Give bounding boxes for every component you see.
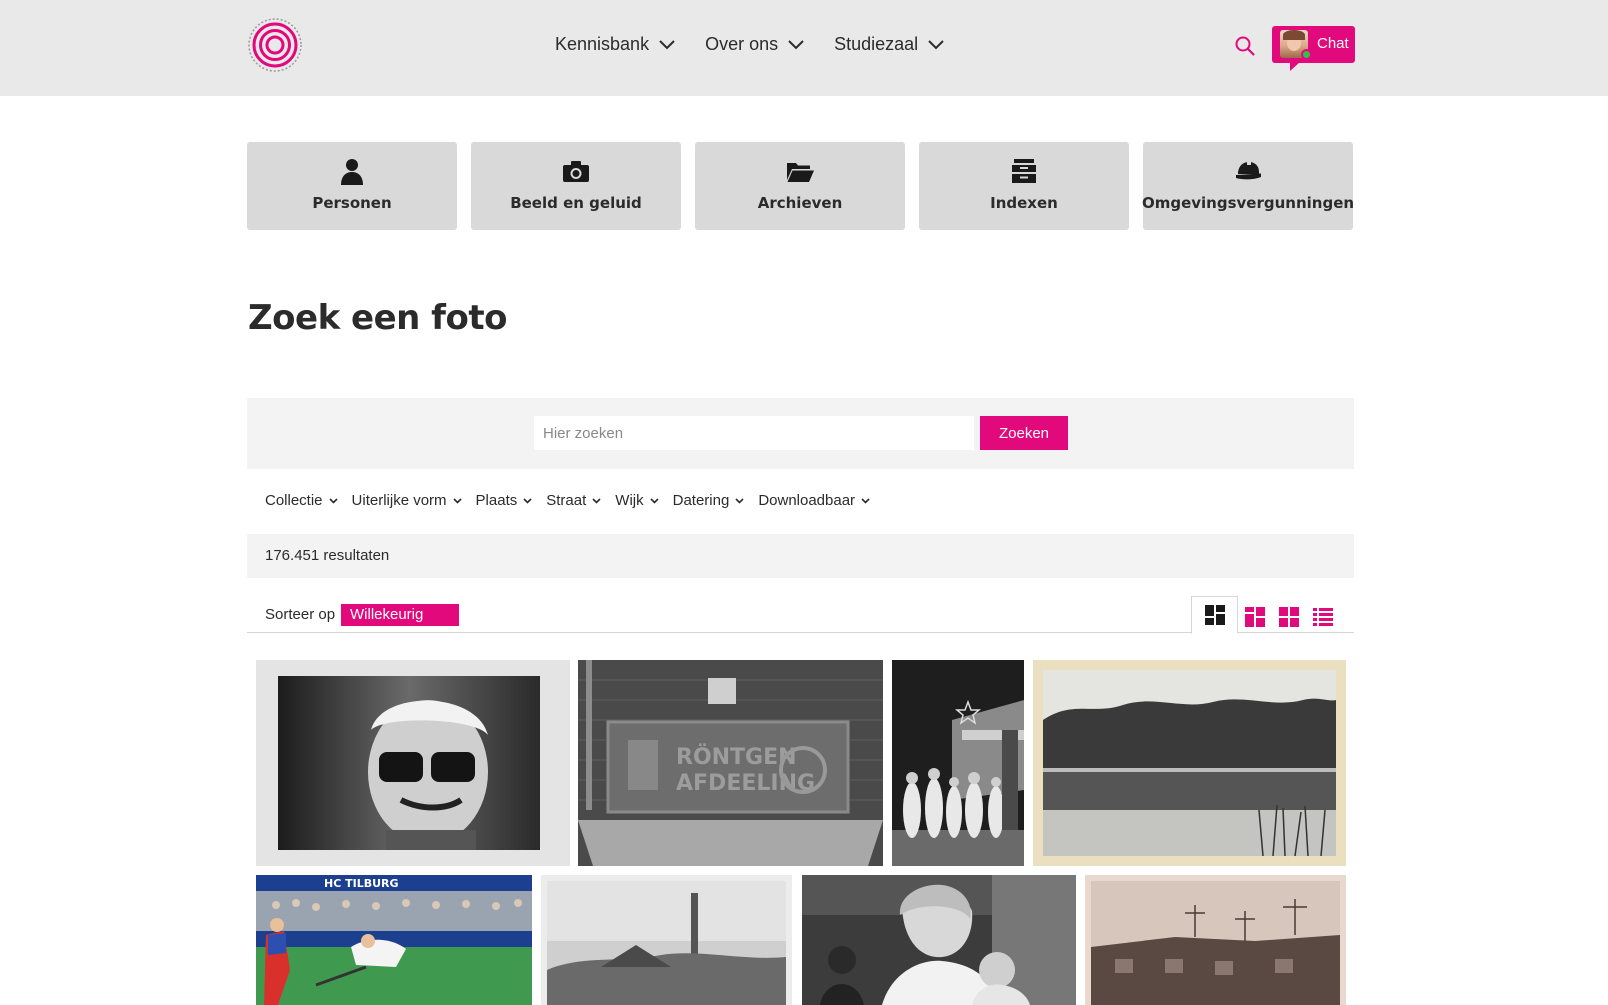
sort-row: Sorteer op Willekeurig bbox=[247, 595, 1354, 634]
tile-omgevingsvergunningen[interactable]: Omgevingsvergunningen bbox=[1141, 142, 1355, 230]
regional-archive-logo[interactable] bbox=[246, 16, 304, 74]
tile-indexen[interactable]: Indexen bbox=[919, 142, 1129, 230]
filter-label: Uiterlijke vorm bbox=[351, 492, 447, 509]
tile-beeld-en-geluid[interactable]: Beeld en geluid bbox=[471, 142, 681, 230]
svg-text:RÖNTGEN: RÖNTGEN bbox=[676, 744, 797, 770]
photo-women-market[interactable] bbox=[802, 875, 1076, 1005]
person-icon bbox=[341, 159, 363, 185]
photo-lake-postcard[interactable] bbox=[1033, 660, 1346, 866]
filter-datering[interactable]: Datering bbox=[673, 492, 745, 509]
svg-text:HC TILBURG: HC TILBURG bbox=[324, 877, 399, 890]
filter-downloadbaar[interactable]: Downloadbaar bbox=[758, 492, 870, 509]
small-grid-view-icon bbox=[1279, 607, 1299, 627]
chevron-down-icon bbox=[788, 39, 804, 49]
filter-label: Datering bbox=[672, 492, 730, 509]
filter-label: Wijk bbox=[615, 492, 644, 509]
chat-button[interactable]: Chat bbox=[1272, 26, 1355, 71]
site-header: Kennisbank Over ons Studiezaal Chat bbox=[0, 0, 1608, 96]
tile-label: Omgevingsvergunningen bbox=[1141, 194, 1355, 212]
results-count: 176.451 resultaten bbox=[265, 547, 390, 564]
chat-label: Chat bbox=[1317, 35, 1349, 52]
nav-label: Studiezaal bbox=[834, 34, 919, 54]
nav-label: Over ons bbox=[705, 34, 779, 54]
main-nav: Kennisbank Over ons Studiezaal bbox=[555, 34, 944, 55]
online-status-dot bbox=[1301, 49, 1312, 60]
nav-studiezaal[interactable]: Studiezaal bbox=[834, 34, 944, 55]
view-toggles bbox=[1191, 595, 1340, 634]
chevron-down-icon bbox=[452, 497, 462, 504]
filter-label: Straat bbox=[546, 492, 587, 509]
sort-label: Sorteer op bbox=[265, 606, 336, 623]
filter-wijk[interactable]: Wijk bbox=[615, 492, 659, 509]
search-bar: Zoeken bbox=[247, 398, 1354, 469]
photo-rooftops-antennas[interactable] bbox=[1085, 875, 1346, 1005]
results-summary: 176.451 resultaten bbox=[247, 534, 1354, 578]
view-list-button[interactable] bbox=[1306, 601, 1340, 633]
masonry-view-icon bbox=[1204, 605, 1225, 625]
filter-plaats[interactable]: Plaats bbox=[476, 492, 533, 509]
large-grid-view-icon bbox=[1245, 607, 1265, 627]
nav-label: Kennisbank bbox=[555, 34, 650, 54]
filter-uiterlijke-vorm[interactable]: Uiterlijke vorm bbox=[352, 492, 462, 509]
chevron-down-icon bbox=[592, 497, 601, 504]
page-title: Zoek een foto bbox=[248, 298, 507, 338]
list-view-icon bbox=[1313, 608, 1333, 626]
filter-bar: Collectie Uiterlijke vorm Plaats Straat … bbox=[265, 492, 870, 509]
photo-hockey-match[interactable]: HC TILBURG bbox=[256, 875, 532, 1005]
chevron-down-icon bbox=[328, 497, 338, 504]
folder-open-icon bbox=[787, 163, 814, 182]
chevron-down-icon bbox=[523, 497, 532, 504]
archive-box-icon bbox=[1012, 159, 1036, 183]
hard-hat-icon bbox=[1236, 161, 1261, 180]
search-submit-button[interactable]: Zoeken bbox=[980, 416, 1068, 450]
chevron-down-icon bbox=[650, 497, 659, 504]
tile-label: Archieven bbox=[757, 194, 843, 212]
tile-label: Indexen bbox=[990, 194, 1058, 212]
view-small-grid-button[interactable] bbox=[1272, 601, 1306, 633]
filter-label: Downloadbaar bbox=[758, 492, 856, 509]
filter-label: Plaats bbox=[475, 492, 518, 509]
view-masonry-button[interactable] bbox=[1191, 596, 1238, 634]
search-input[interactable] bbox=[534, 416, 974, 450]
photo-mine-chimney[interactable] bbox=[541, 875, 792, 1005]
tile-personen[interactable]: Personen bbox=[247, 142, 457, 230]
nav-kennisbank[interactable]: Kennisbank bbox=[555, 34, 675, 55]
search-icon[interactable] bbox=[1234, 35, 1256, 57]
filter-label: Collectie bbox=[265, 492, 323, 509]
sort-select[interactable]: Willekeurig bbox=[341, 604, 459, 626]
tile-label: Beeld en geluid bbox=[510, 194, 642, 212]
view-large-grid-button[interactable] bbox=[1238, 601, 1272, 633]
tile-archieven[interactable]: Archieven bbox=[695, 142, 905, 230]
filter-straat[interactable]: Straat bbox=[546, 492, 601, 509]
filter-collectie[interactable]: Collectie bbox=[265, 492, 338, 509]
tile-label: Personen bbox=[312, 194, 392, 212]
chevron-down-icon bbox=[659, 39, 675, 49]
category-tiles: Personen Beeld en geluid Archieven Index… bbox=[247, 142, 1355, 230]
chevron-down-icon bbox=[735, 497, 744, 504]
photo-portrait-man-glasses[interactable] bbox=[256, 660, 570, 866]
camera-icon bbox=[563, 161, 589, 182]
photo-communion-girls[interactable] bbox=[892, 660, 1024, 866]
chevron-down-icon bbox=[928, 39, 944, 49]
chevron-down-icon bbox=[861, 497, 870, 504]
photo-rontgen-afdeling-facade[interactable]: RÖNTGEN AFDEELING bbox=[578, 660, 883, 866]
nav-over-ons[interactable]: Over ons bbox=[705, 34, 804, 55]
